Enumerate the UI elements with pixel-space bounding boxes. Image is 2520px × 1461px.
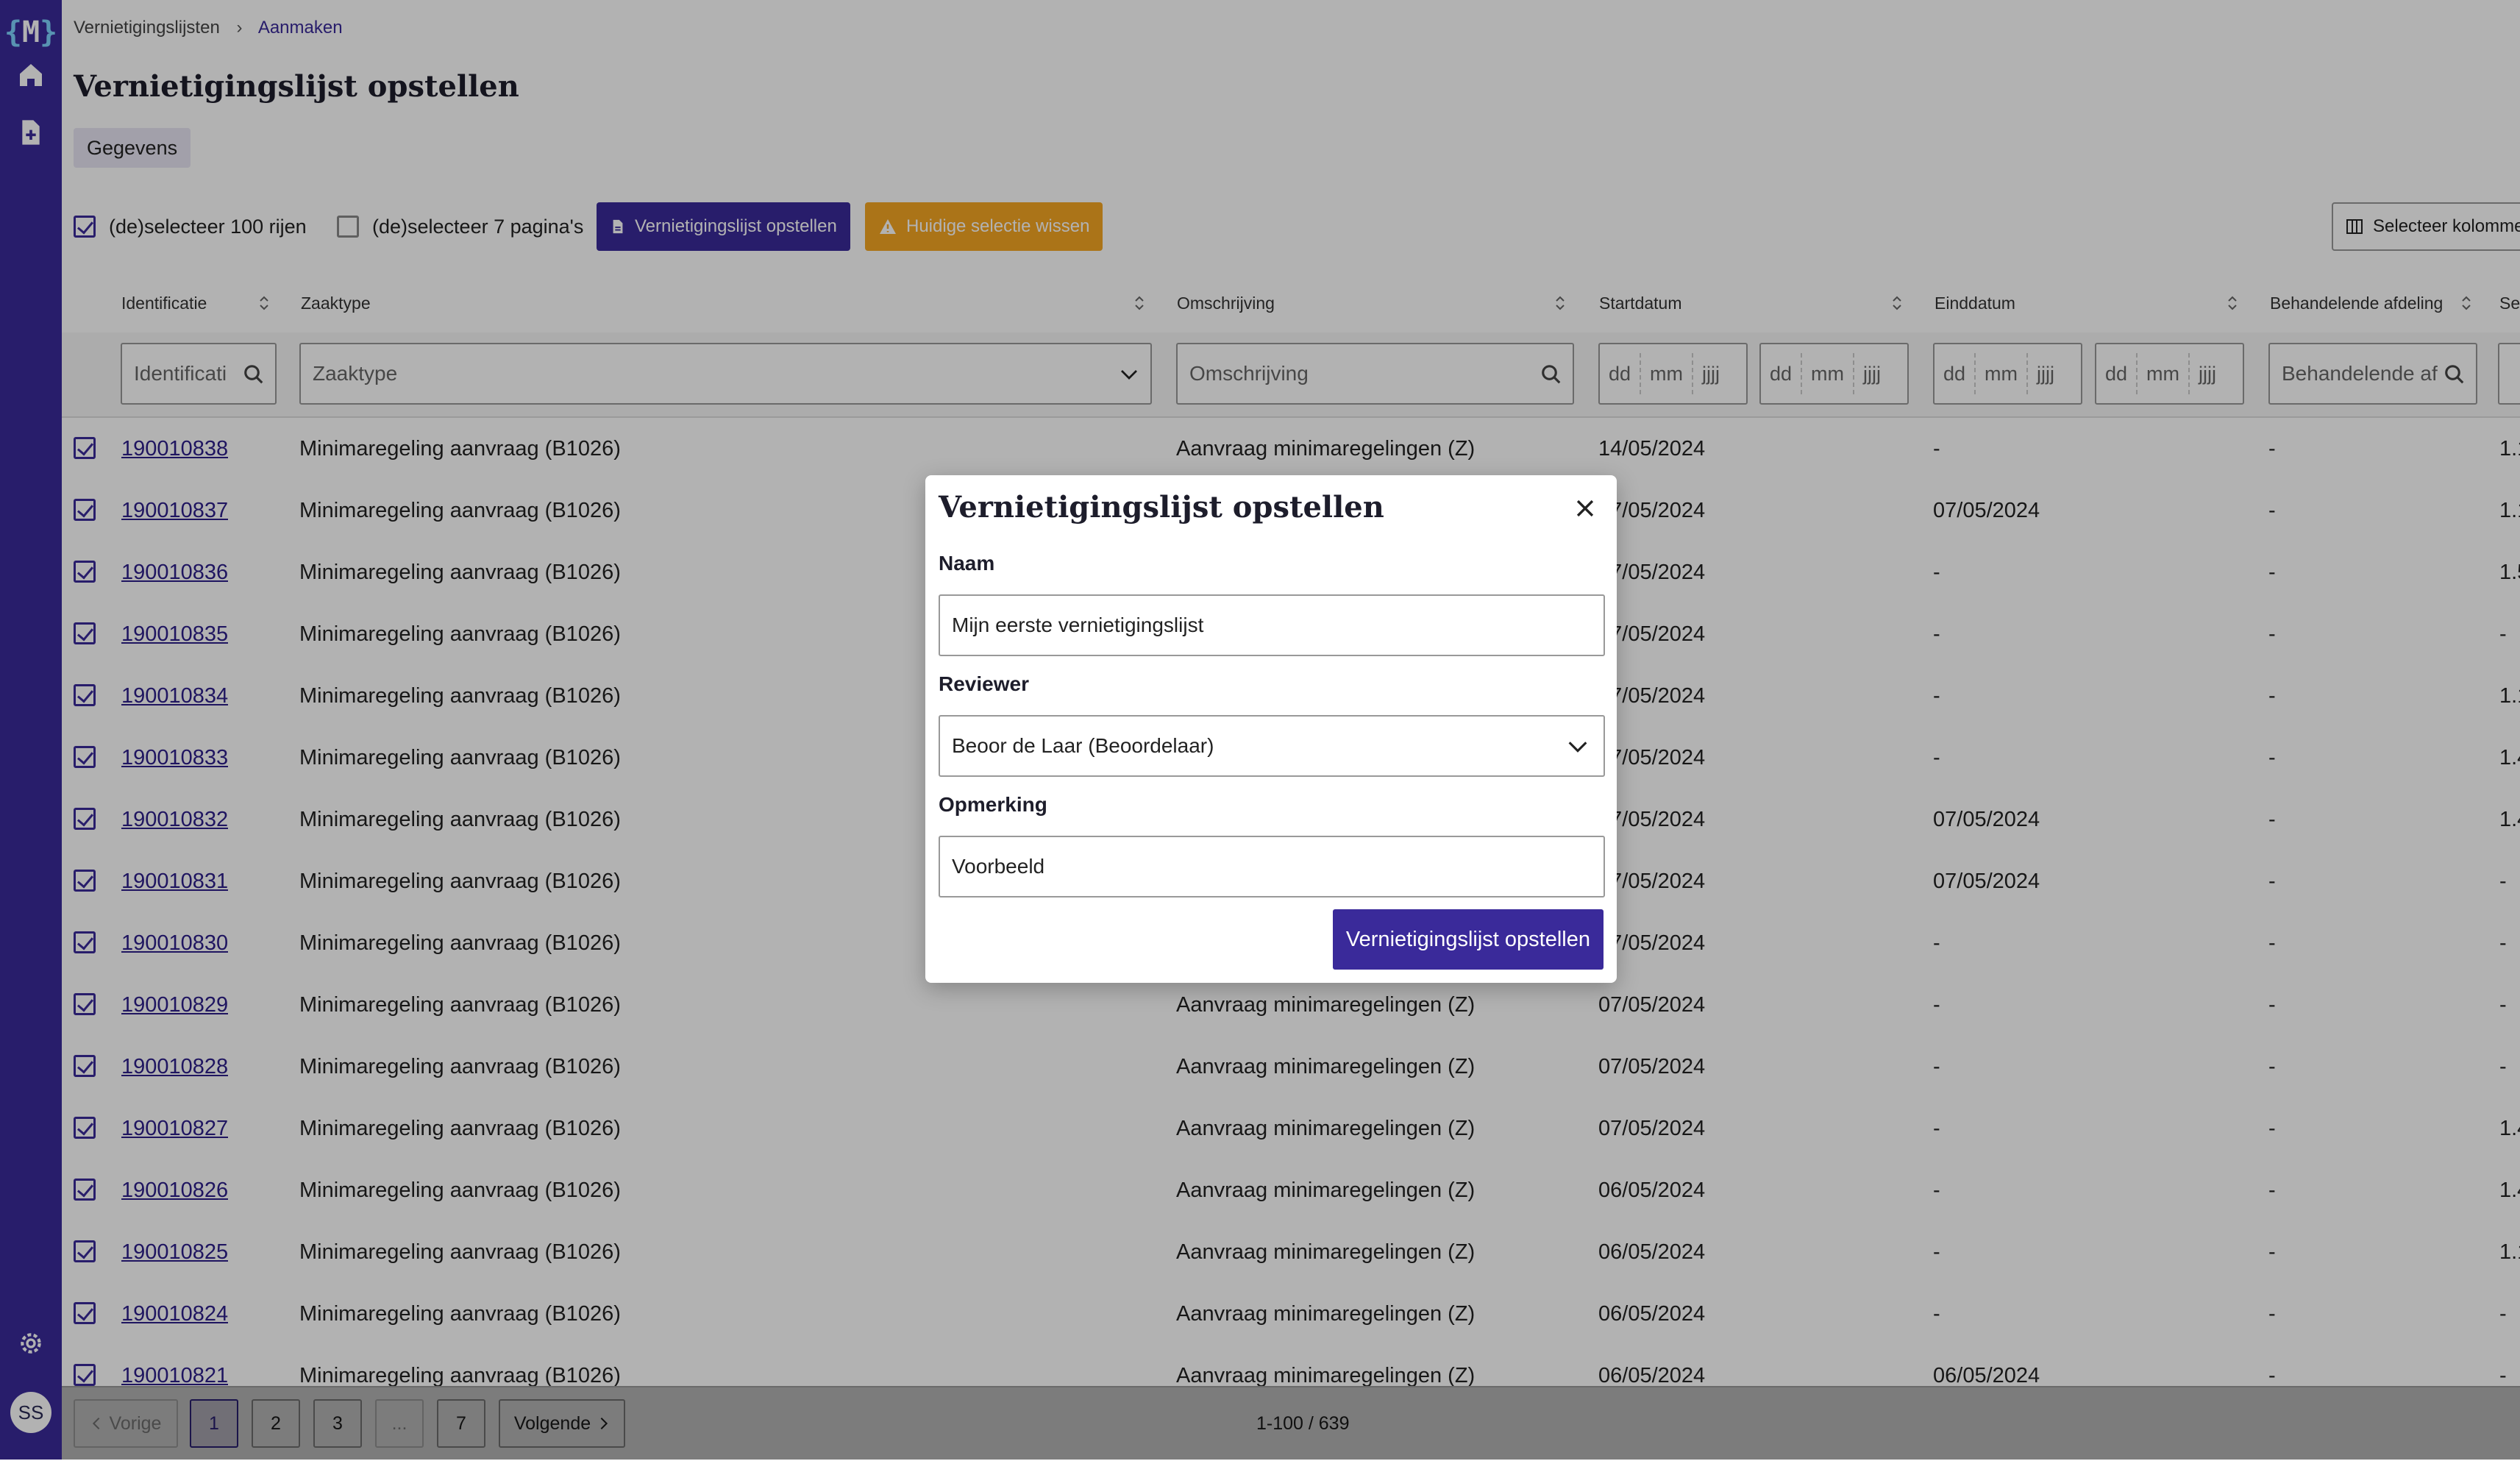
name-input[interactable]: Mijn eerste vernietigingslijst: [939, 594, 1605, 656]
close-icon[interactable]: [1573, 496, 1598, 521]
chevron-down-icon: [1568, 742, 1587, 753]
pagination-dim: [62, 1386, 2520, 1460]
reviewer-select[interactable]: Beoor de Laar (Beoordelaar): [939, 715, 1605, 777]
reviewer-label: Reviewer: [939, 672, 1029, 695]
create-list-modal: Vernietigingslijst opstellen Naam Mijn e…: [925, 475, 1617, 983]
modal-submit-button[interactable]: Vernietigingslijst opstellen: [1332, 909, 1604, 970]
name-label: Naam: [939, 552, 995, 575]
remark-label: Opmerking: [939, 793, 1047, 816]
reviewer-value: Beoor de Laar (Beoordelaar): [952, 734, 1214, 757]
remark-input[interactable]: Voorbeeld: [939, 836, 1605, 897]
modal-title: Vernietigingslijst opstellen: [939, 490, 1384, 525]
